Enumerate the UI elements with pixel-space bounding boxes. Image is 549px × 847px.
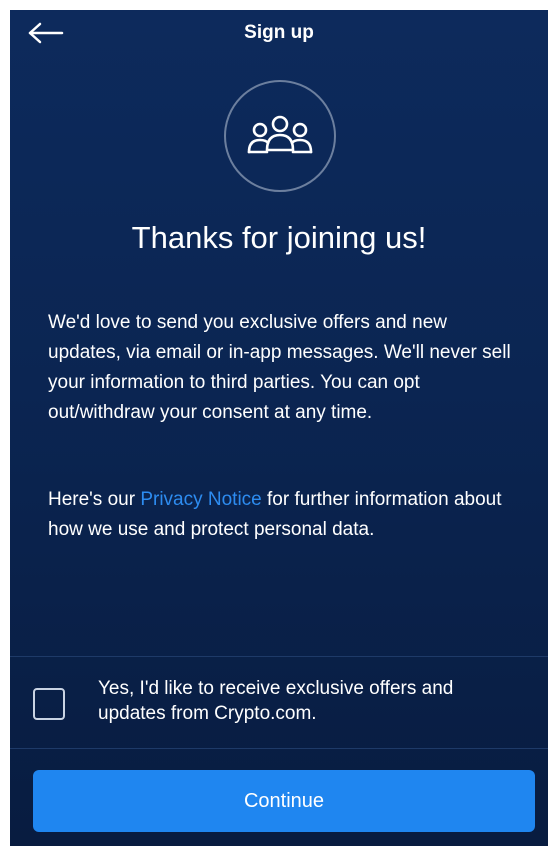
privacy-notice-link[interactable]: Privacy Notice xyxy=(140,489,261,510)
divider xyxy=(10,748,548,749)
headline: Thanks for joining us! xyxy=(131,220,427,255)
group-users-icon xyxy=(224,80,336,192)
continue-button[interactable]: Continue xyxy=(33,770,535,832)
page-title: Sign up xyxy=(244,22,314,43)
marketing-consent-checkbox[interactable] xyxy=(33,688,65,720)
marketing-consent-row: Yes, I'd like to receive exclusive offer… xyxy=(10,656,548,748)
consent-description: We'd love to send you exclusive offers a… xyxy=(48,312,511,423)
signup-screen: Sign up Thanks for joining us! We'd love… xyxy=(10,10,548,846)
header: Sign up xyxy=(10,10,548,60)
marketing-consent-label: Yes, I'd like to receive exclusive offer… xyxy=(98,678,454,724)
privacy-paragraph: Here's our Privacy Notice for further in… xyxy=(48,485,518,545)
privacy-paragraph-prefix: Here's our xyxy=(48,489,141,510)
